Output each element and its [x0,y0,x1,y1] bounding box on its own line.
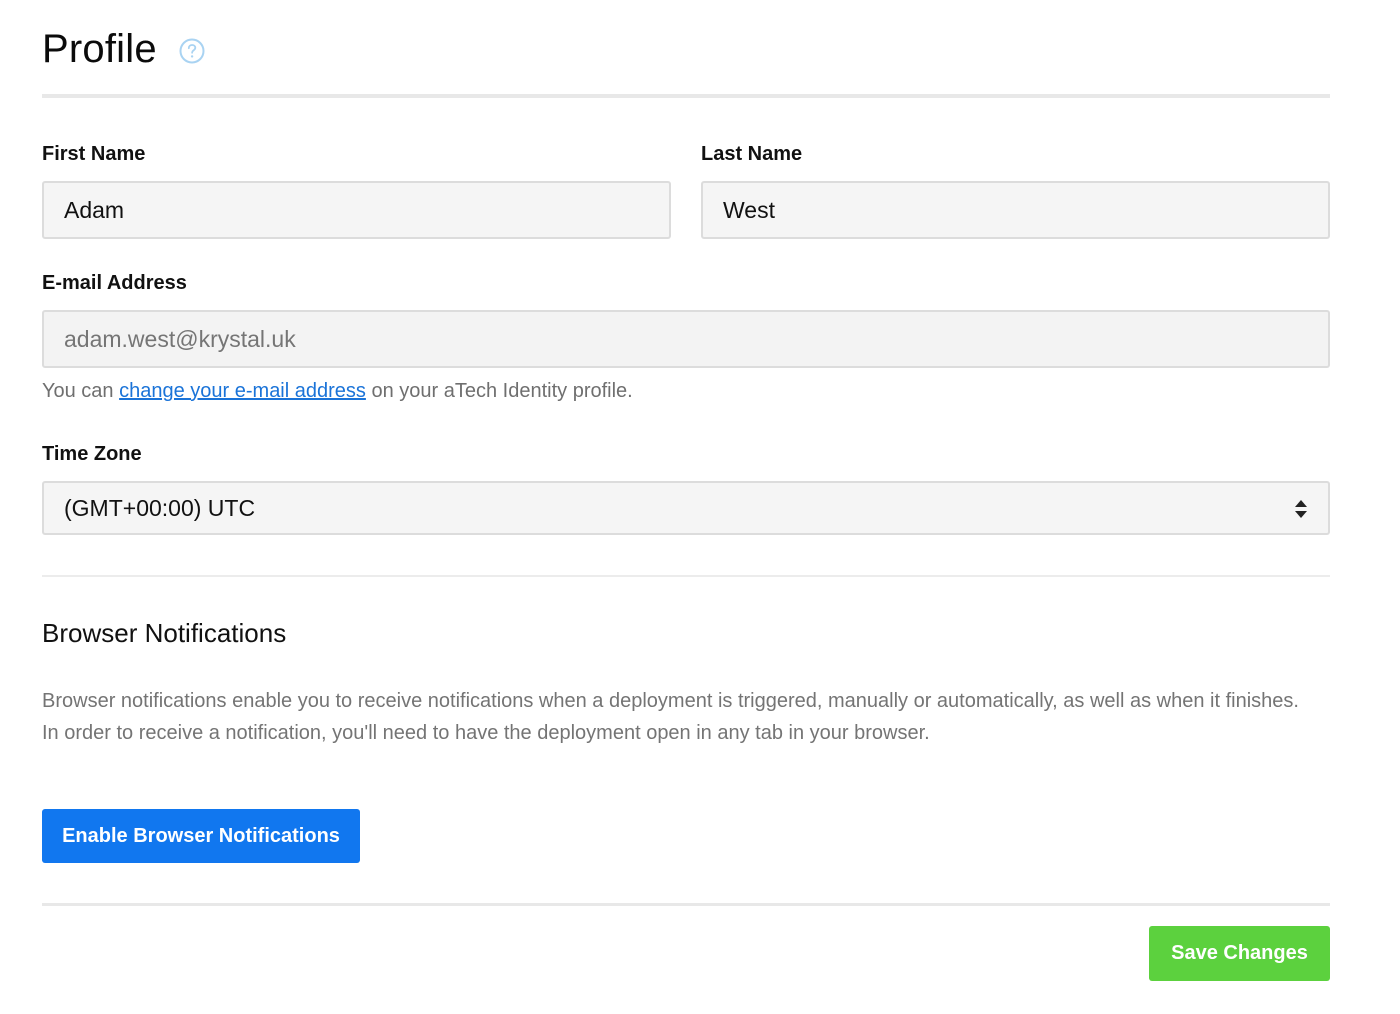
select-arrows-icon [1294,498,1308,518]
browser-notifications-title: Browser Notifications [42,618,287,648]
profile-page: Profile First Name Last Name E-mail Addr… [0,0,1400,1014]
email-label: E-mail Address [42,272,187,294]
time-zone-selected-value: (GMT+00:00) UTC [64,494,256,521]
first-name-label: First Name [42,143,146,165]
browser-notifications-description: Browser notifications enable you to rece… [42,685,1330,749]
time-zone-label: Time Zone [42,443,142,465]
time-zone-select[interactable]: (GMT+00:00) UTC [42,481,1330,535]
question-circle-icon[interactable] [179,38,205,64]
first-name-field[interactable] [42,181,671,239]
header-divider [42,94,1330,98]
email-help-suffix: on your aTech Identity profile. [365,380,633,402]
last-name-label: Last Name [701,143,803,165]
section-divider [42,575,1330,577]
last-name-field[interactable] [701,181,1330,239]
page-header: Profile [42,24,205,74]
description-line-2: In order to receive a notification, you'… [42,722,930,744]
description-line-1: Browser notifications enable you to rece… [42,690,1299,712]
enable-browser-notifications-button[interactable]: Enable Browser Notifications [42,809,360,863]
email-field [42,310,1330,368]
page-title: Profile [42,26,157,71]
email-help-prefix: You can [42,380,120,402]
footer-divider [42,903,1330,906]
save-changes-button[interactable]: Save Changes [1149,926,1330,981]
change-email-link[interactable]: change your e-mail address [119,380,366,402]
email-help-text: You can change your e-mail address on yo… [42,380,633,403]
